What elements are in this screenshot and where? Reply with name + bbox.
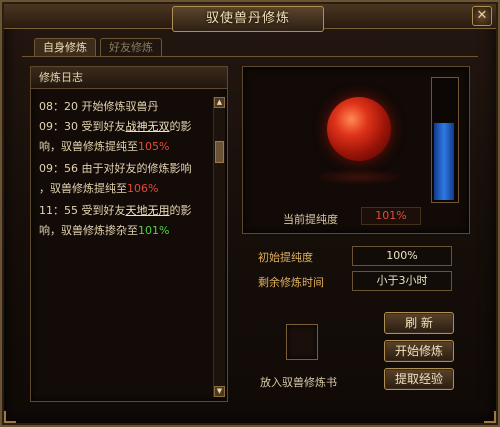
- initial-purity-label: 初始提纯度: [258, 251, 313, 264]
- log-text: 08：20 开始修炼驭兽丹: [39, 100, 159, 113]
- frame-corner: [484, 411, 496, 423]
- frame-corner: [4, 411, 16, 423]
- log-title: 修炼日志: [31, 67, 227, 89]
- tab-friend-cultivation[interactable]: 好友修炼: [100, 38, 162, 57]
- cultivation-log-panel: 修炼日志 08：20 开始修炼驭兽丹 09：30 受到好友战神无双的影 响，驭兽…: [30, 66, 228, 402]
- remaining-time-value: 小于3小时: [352, 271, 452, 291]
- scroll-thumb[interactable]: [215, 141, 224, 163]
- log-line: 08：20 开始修炼驭兽丹: [39, 97, 215, 117]
- log-value: 101%: [138, 224, 170, 237]
- log-line: 响，驭兽修炼提纯至105%: [39, 137, 215, 157]
- remaining-time-label: 剩余修炼时间: [258, 276, 324, 289]
- current-purity-label: 当前提纯度: [283, 213, 338, 226]
- log-text: 响，驭兽修炼掺杂至: [39, 224, 138, 237]
- extract-experience-button[interactable]: 提取经验: [384, 368, 454, 390]
- cultivation-book-slot[interactable]: [286, 324, 318, 360]
- start-cultivation-button[interactable]: 开始修炼: [384, 340, 454, 362]
- orb-pedestal: [313, 169, 405, 185]
- beast-pill-orb-icon: [327, 97, 391, 161]
- log-text: ，驭兽修炼提纯至: [39, 182, 127, 195]
- friend-name-link[interactable]: 天地无用: [126, 204, 170, 217]
- friend-name-link[interactable]: 战神无双: [126, 120, 170, 133]
- log-line: 09：30 受到好友战神无双的影: [39, 117, 215, 137]
- tab-divider: [22, 56, 478, 57]
- log-text: 09：56 由于对好友的修炼影响: [39, 162, 192, 175]
- tab-self-cultivation[interactable]: 自身修炼: [34, 38, 96, 57]
- slot-label: 放入驭兽修炼书: [260, 376, 337, 389]
- scroll-down-icon[interactable]: ▼: [214, 386, 225, 397]
- refresh-button[interactable]: 刷 新: [384, 312, 454, 334]
- log-text: 的影: [169, 204, 192, 217]
- log-line: 11：55 受到好友天地无用的影: [39, 201, 215, 221]
- window-title: 驭使兽丹修炼: [172, 6, 324, 32]
- log-text: 09：30 受到好友: [39, 120, 126, 133]
- purity-gauge: [431, 77, 459, 203]
- log-line: 09：56 由于对好友的修炼影响: [39, 159, 215, 179]
- beast-pill-panel: 当前提纯度 101%: [242, 66, 470, 234]
- log-line: 响，驭兽修炼掺杂至101%: [39, 221, 215, 241]
- log-text: 11：55 受到好友: [39, 204, 126, 217]
- log-line: ，驭兽修炼提纯至106%: [39, 179, 215, 199]
- initial-purity-value: 100%: [352, 246, 452, 266]
- scroll-up-icon[interactable]: ▲: [214, 97, 225, 108]
- log-value: 105%: [138, 140, 170, 153]
- log-text: 的影: [169, 120, 192, 133]
- purity-gauge-fill: [434, 123, 454, 200]
- close-icon[interactable]: ✕: [472, 6, 492, 26]
- log-text: 响，驭兽修炼提纯至: [39, 140, 138, 153]
- log-scrollbar[interactable]: ▲ ▼: [213, 97, 225, 397]
- current-purity-value: 101%: [361, 207, 421, 225]
- log-value: 106%: [127, 182, 159, 195]
